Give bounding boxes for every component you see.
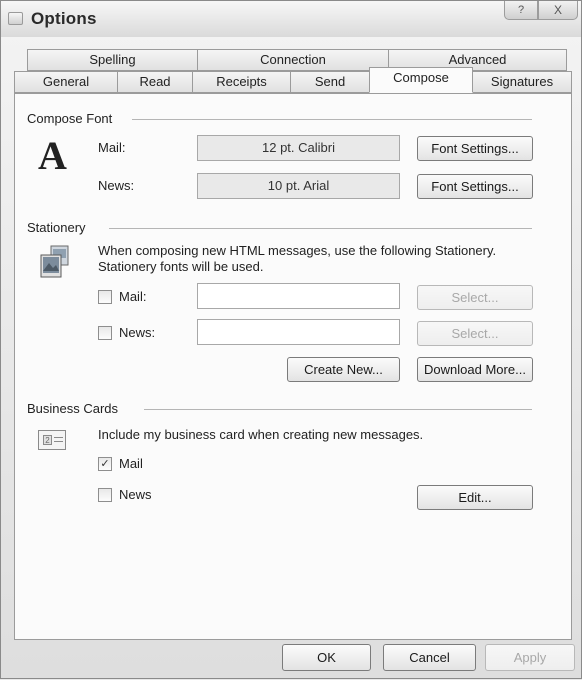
stationery-news-label: News: <box>119 325 156 340</box>
business-card-mail-label: Mail <box>119 456 143 471</box>
stationery-group-label: Stationery <box>27 220 92 235</box>
tab-receipts[interactable]: Receipts <box>192 71 291 93</box>
compose-font-group-label: Compose Font <box>27 111 119 126</box>
tab-spelling[interactable]: Spelling <box>27 49 198 71</box>
window-title: Options <box>31 9 97 28</box>
stationery-news-checkbox[interactable] <box>98 326 112 340</box>
tab-read[interactable]: Read <box>117 71 193 93</box>
stationery-icon <box>40 245 69 278</box>
ok-button[interactable]: OK <box>282 644 371 671</box>
stationery-divider <box>109 228 532 229</box>
business-card-description: Include my business card when creating n… <box>98 427 424 442</box>
stationery-description-line2: Stationery fonts will be used. <box>98 259 264 274</box>
business-cards-divider <box>144 409 532 410</box>
select-news-stationery-button[interactable]: Select... <box>417 321 533 346</box>
business-cards-group-label: Business Cards <box>27 401 125 416</box>
mail-font-settings-button[interactable]: Font Settings... <box>417 136 533 161</box>
compose-font-divider <box>132 119 532 120</box>
stationery-mail-input[interactable] <box>197 283 400 309</box>
card-avatar-icon: 2 <box>43 435 52 445</box>
compose-mail-label: Mail: <box>98 140 126 155</box>
business-card-news-checkbox[interactable] <box>98 488 112 502</box>
compose-news-font-value: 10 pt. Arial <box>197 173 400 199</box>
stationery-mail-checkbox[interactable] <box>98 290 112 304</box>
download-more-button[interactable]: Download More... <box>417 357 533 382</box>
create-new-button[interactable]: Create New... <box>287 357 400 382</box>
select-mail-stationery-button[interactable]: Select... <box>417 285 533 310</box>
news-font-settings-button[interactable]: Font Settings... <box>417 174 533 199</box>
business-card-mail-checkbox[interactable]: ✓ <box>98 457 112 471</box>
compose-news-label: News: <box>98 178 135 193</box>
window-icon <box>8 12 23 25</box>
tab-connection[interactable]: Connection <box>197 49 389 71</box>
cancel-button[interactable]: Cancel <box>383 644 476 671</box>
options-dialog: Options ? X Spelling Connection Advanced… <box>0 0 582 679</box>
stationery-news-input[interactable] <box>197 319 400 345</box>
compose-mail-font-value: 12 pt. Calibri <box>197 135 400 161</box>
tab-general[interactable]: General <box>14 71 118 93</box>
stationery-description-line1: When composing new HTML messages, use th… <box>98 243 497 258</box>
help-button[interactable]: ? <box>504 1 538 20</box>
apply-button[interactable]: Apply <box>485 644 575 671</box>
tab-signatures[interactable]: Signatures <box>472 71 572 93</box>
font-A-icon: A <box>38 133 67 178</box>
title-bar[interactable]: Options ? X <box>1 1 581 37</box>
edit-business-card-button[interactable]: Edit... <box>417 485 533 510</box>
business-card-news-label: News <box>119 487 152 502</box>
tab-send[interactable]: Send <box>290 71 370 93</box>
stationery-mail-label: Mail: <box>119 289 147 304</box>
business-card-icon: 2 <box>38 430 66 450</box>
close-button[interactable]: X <box>538 1 578 20</box>
tab-compose[interactable]: Compose <box>369 67 473 93</box>
